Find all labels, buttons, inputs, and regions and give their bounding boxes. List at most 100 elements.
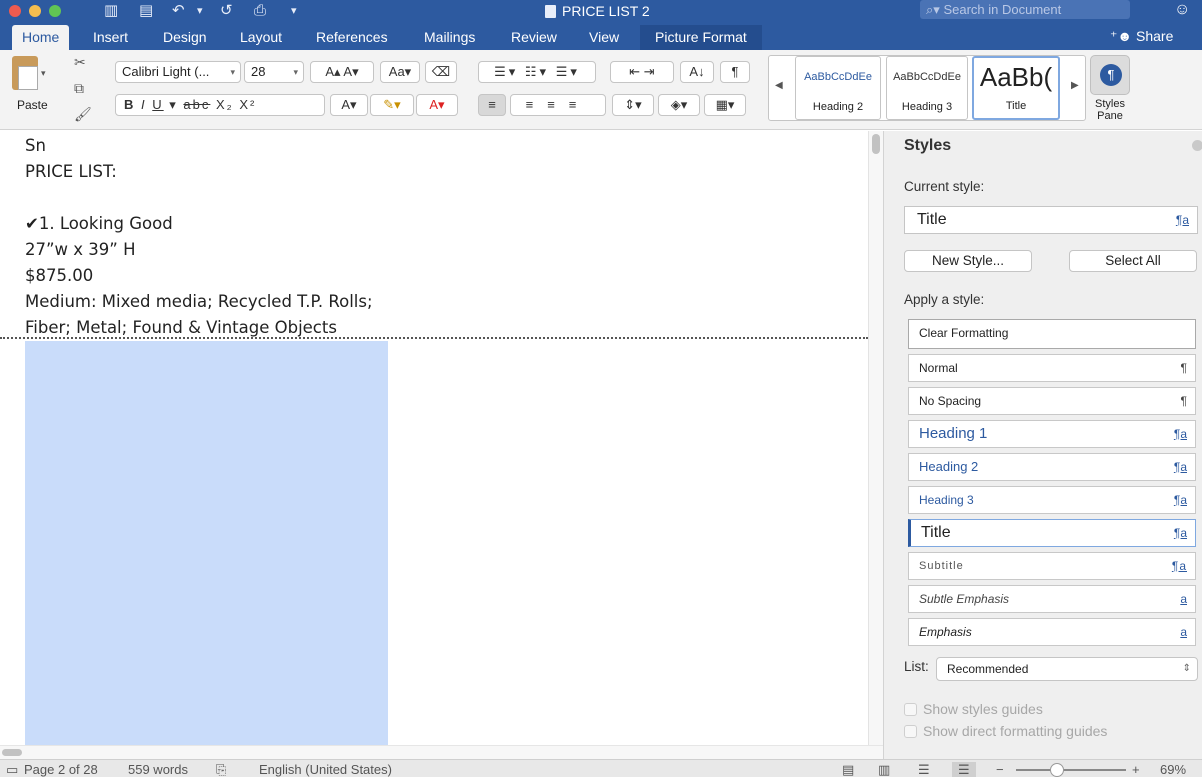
add-person-icon: ⁺☻ — [1110, 28, 1133, 44]
tab-picture-format[interactable]: Picture Format — [640, 25, 762, 50]
align-buttons[interactable]: ≡≡≡ — [510, 94, 606, 116]
doc-line[interactable]: ✔1. Looking Good — [25, 213, 173, 235]
undo-dropdown-icon[interactable]: ▾ — [197, 1, 203, 21]
sidebar-toggle-icon[interactable]: ▥ — [104, 1, 118, 21]
gallery-prev-icon[interactable]: ◀ — [775, 80, 783, 91]
undo-icon[interactable]: ↶ — [172, 1, 185, 21]
tab-view[interactable]: View — [579, 25, 629, 50]
feedback-smiley-icon[interactable]: ☺ — [1174, 0, 1190, 20]
text-effects-icon[interactable]: A▾ — [330, 94, 368, 116]
copy-icon[interactable]: ⧉ — [74, 80, 84, 97]
style-subtitle[interactable]: Subtitle ¶a — [908, 552, 1196, 580]
vertical-scroll-thumb[interactable] — [872, 134, 880, 154]
show-direct-formatting-checkbox[interactable]: Show direct formatting guides — [904, 723, 1107, 739]
tab-insert[interactable]: Insert — [83, 25, 138, 50]
new-style-button[interactable]: New Style... — [904, 250, 1032, 272]
language-indicator[interactable]: English (United States) — [259, 762, 392, 777]
shading-icon[interactable]: ◈▾ — [658, 94, 700, 116]
page-count[interactable]: Page 2 of 28 — [24, 762, 98, 777]
zoom-slider[interactable] — [1016, 769, 1126, 771]
word-count[interactable]: 559 words — [128, 762, 188, 777]
close-window-button[interactable] — [9, 5, 21, 17]
doc-line[interactable]: Sn — [25, 135, 46, 157]
style-clear-formatting[interactable]: Clear Formatting — [908, 319, 1196, 349]
tab-home[interactable]: Home — [12, 25, 70, 50]
font-color-icon[interactable]: A▾ — [416, 94, 458, 116]
paste-dropdown-icon[interactable]: ▾ — [41, 68, 46, 79]
show-styles-guides-checkbox[interactable]: Show styles guides — [904, 701, 1043, 717]
current-style-field[interactable]: Title ¶a — [904, 206, 1198, 234]
change-case-button[interactable]: Aa▾ — [380, 61, 420, 83]
text-format-buttons[interactable]: B I U ▾ abc X₂ X² — [115, 94, 325, 116]
window-title: PRICE LIST 2 — [545, 0, 650, 22]
checkbox-box — [904, 703, 917, 716]
style-heading-2[interactable]: Heading 2 ¶a — [908, 453, 1196, 481]
selected-image-placeholder[interactable] — [25, 341, 388, 745]
document-canvas[interactable]: Sn PRICE LIST: ✔1. Looking Good 27”w x 3… — [0, 131, 883, 745]
print-layout-icon[interactable]: ▤ — [842, 762, 854, 777]
close-pane-icon[interactable] — [1192, 140, 1202, 151]
zoom-slider-knob[interactable] — [1050, 763, 1064, 777]
style-heading-3[interactable]: Heading 3 ¶a — [908, 486, 1196, 514]
line-spacing-icon[interactable]: ⇕▾ — [612, 94, 654, 116]
format-painter-icon[interactable]: 🖌 — [74, 106, 92, 123]
print-icon[interactable]: ⎙ — [254, 1, 266, 21]
search-document-input[interactable]: ⌕▾ Search in Document — [920, 0, 1130, 19]
customize-toolbar-icon[interactable]: ▾ — [291, 1, 297, 21]
style-heading-1[interactable]: Heading 1 ¶a — [908, 420, 1196, 448]
tab-mailings[interactable]: Mailings — [414, 25, 485, 50]
minimize-window-button[interactable] — [29, 5, 41, 17]
doc-line[interactable]: Fiber; Metal; Found & Vintage Objects — [25, 317, 337, 339]
indent-buttons[interactable]: ⇤ ⇥ — [610, 61, 674, 83]
style-normal[interactable]: Normal ¶ — [908, 354, 1196, 382]
style-subtle-emphasis[interactable]: Subtle Emphasis a — [908, 585, 1196, 613]
tab-review[interactable]: Review — [501, 25, 567, 50]
borders-icon[interactable]: ▦▾ — [704, 94, 746, 116]
style-title[interactable]: Title ¶a — [908, 519, 1196, 547]
gallery-next-icon[interactable]: ▶ — [1071, 80, 1079, 91]
zoom-in-icon[interactable]: + — [1132, 762, 1140, 777]
style-heading-2[interactable]: AaBbCcDdEe Heading 2 — [795, 56, 881, 120]
grow-shrink-font-buttons[interactable]: A▴ A▾ — [310, 61, 374, 83]
zoom-out-icon[interactable]: − — [996, 762, 1004, 777]
paragraph-char-style-icon: ¶a — [1175, 213, 1189, 227]
doc-line[interactable]: 27”w x 39” H — [25, 239, 136, 261]
outline-view-icon[interactable]: ☰ — [918, 762, 930, 777]
style-heading-3[interactable]: AaBbCcDdEe Heading 3 — [886, 56, 968, 120]
doc-line[interactable]: PRICE LIST: — [25, 161, 117, 183]
horizontal-scroll-thumb[interactable] — [2, 749, 22, 756]
web-layout-icon[interactable]: ▥ — [878, 762, 890, 777]
select-all-button[interactable]: Select All — [1069, 250, 1197, 272]
styles-pane-button[interactable]: ¶ — [1090, 55, 1130, 95]
list-buttons[interactable]: ☰▾ ☷▾ ☰▾ — [478, 61, 596, 83]
tab-layout[interactable]: Layout — [230, 25, 292, 50]
tab-design[interactable]: Design — [153, 25, 217, 50]
doc-line[interactable]: $875.00 — [25, 265, 93, 287]
redo-icon[interactable]: ↺ — [220, 1, 233, 21]
tab-references[interactable]: References — [306, 25, 398, 50]
updown-chevron-icon: ⇕ — [1182, 663, 1191, 674]
sort-icon[interactable]: A↓ — [680, 61, 714, 83]
proofing-icon[interactable]: ⎘ — [216, 762, 226, 777]
paste-icon[interactable] — [12, 56, 38, 90]
style-title[interactable]: AaBb( Title — [972, 56, 1060, 120]
doc-line[interactable]: Medium: Mixed media; Recycled T.P. Rolls… — [25, 291, 373, 313]
zoom-level[interactable]: 69% — [1160, 762, 1186, 777]
cut-icon[interactable]: ✂ — [74, 54, 86, 71]
show-formatting-marks-icon[interactable]: ¶ — [720, 61, 750, 83]
zoom-window-button[interactable] — [49, 5, 61, 17]
highlight-color-icon[interactable]: ✎▾ — [370, 94, 414, 116]
align-left-icon[interactable]: ≡ — [478, 94, 506, 116]
view-toggle-icon[interactable]: ▭ — [6, 762, 18, 777]
save-icon[interactable]: ▤ — [139, 1, 153, 21]
style-no-spacing[interactable]: No Spacing ¶ — [908, 387, 1196, 415]
list-filter-select[interactable]: Recommended ⇕ — [936, 657, 1198, 681]
draft-view-icon[interactable]: ☰ — [952, 762, 976, 777]
share-button[interactable]: ⁺☻ Share ⌃ — [1110, 22, 1202, 72]
horizontal-scrollbar[interactable] — [0, 745, 883, 759]
clear-formatting-icon[interactable]: ⌫ — [425, 61, 457, 83]
font-size-select[interactable]: 28 ▾ — [244, 61, 304, 83]
vertical-scrollbar[interactable] — [868, 131, 883, 745]
font-name-select[interactable]: Calibri Light (... ▾ — [115, 61, 241, 83]
style-emphasis[interactable]: Emphasis a — [908, 618, 1196, 646]
